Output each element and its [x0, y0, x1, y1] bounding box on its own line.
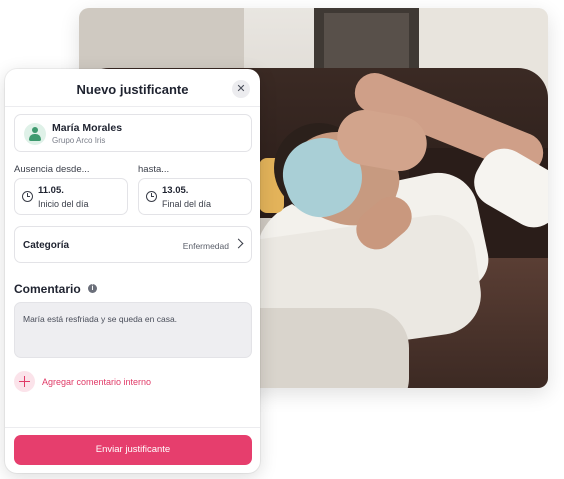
comment-title: Comentario	[14, 282, 81, 296]
modal-title: Nuevo justificante	[76, 82, 189, 97]
close-icon: ✕	[236, 83, 246, 95]
person-icon	[24, 123, 46, 145]
info-icon[interactable]: i	[88, 284, 97, 293]
modal-header: Nuevo justificante ✕	[5, 69, 260, 107]
absence-from-label: Ausencia desde...	[14, 164, 90, 175]
category-label: Categoría	[23, 240, 70, 251]
comment-text: María está resfriada y se queda en casa.	[23, 314, 178, 324]
category-selector[interactable]: Categoría Enfermedad	[14, 226, 252, 263]
plus-icon	[14, 371, 35, 392]
clock-icon	[146, 191, 157, 202]
from-time: Inicio del día	[38, 199, 89, 209]
submit-button[interactable]: Enviar justificante	[14, 435, 252, 465]
footer-divider	[5, 427, 260, 428]
person-group: Grupo Arco Iris	[52, 136, 106, 145]
comment-textarea[interactable]: María está resfriada y se queda en casa.	[14, 302, 252, 358]
from-date: 11.05.	[38, 185, 64, 196]
to-time: Final del día	[162, 199, 212, 209]
absence-to-field[interactable]: 13.05. Final del día	[138, 178, 252, 215]
add-internal-comment-button[interactable]: Agregar comentario interno	[14, 371, 214, 393]
absence-to-label: hasta...	[138, 164, 170, 175]
person-selector[interactable]: María Morales Grupo Arco Iris	[14, 114, 252, 152]
category-value: Enfermedad	[182, 241, 229, 251]
absence-modal: Nuevo justificante ✕ María Morales Grupo…	[5, 69, 260, 473]
to-date: 13.05.	[162, 185, 189, 196]
absence-from-field[interactable]: 11.05. Inicio del día	[14, 178, 128, 215]
add-internal-comment-label: Agregar comentario interno	[42, 377, 152, 387]
chevron-right-icon	[233, 238, 244, 249]
clock-icon	[22, 191, 33, 202]
person-name: María Morales	[52, 122, 123, 134]
close-button[interactable]: ✕	[232, 80, 250, 98]
